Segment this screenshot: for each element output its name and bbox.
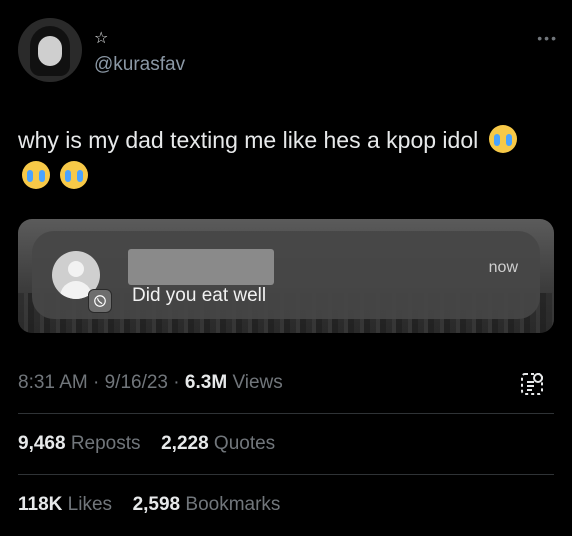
tweet-body: why is my dad texting me like hes a kpop… (18, 127, 479, 153)
loudly-crying-face-icon (22, 161, 50, 189)
stats-row-reposts-quotes: 9,468 Reposts 2,228 Quotes (18, 433, 275, 455)
whatsapp-icon (88, 289, 112, 313)
divider (18, 413, 554, 414)
bookmarks-stat[interactable]: 2,598 Bookmarks (133, 494, 281, 515)
redacted-contact-name (128, 249, 274, 285)
views-label: Views (232, 372, 283, 393)
quotes-label: Quotes (213, 433, 276, 454)
star-icon: ☆ (94, 30, 109, 47)
likes-stat[interactable]: 118K Likes (18, 494, 117, 515)
stats-row-likes-bookmarks: 118K Likes 2,598 Bookmarks (18, 494, 280, 516)
divider (18, 474, 554, 475)
reposts-label: Reposts (70, 433, 141, 454)
more-options-icon[interactable]: ••• (537, 30, 558, 46)
quotes-count: 2,228 (161, 433, 209, 454)
likes-label: Likes (67, 494, 113, 515)
notification-card: Did you eat well now (32, 231, 540, 319)
reposts-count: 9,468 (18, 433, 66, 454)
tweet-image[interactable]: Did you eat well now (18, 219, 554, 333)
loudly-crying-face-icon (488, 125, 517, 153)
tweet-text: why is my dad texting me like hes a kpop… (18, 122, 558, 194)
tweet-time[interactable]: 8:31 AM (18, 372, 88, 393)
tweet-date[interactable]: 9/16/23 (105, 372, 168, 393)
bookmarks-label: Bookmarks (185, 494, 281, 515)
analytics-icon[interactable] (518, 370, 546, 398)
loudly-crying-face-icon (60, 161, 89, 189)
tweet-meta: 8:31 AM · 9/16/23 · 6.3M Views (18, 372, 283, 393)
notification-message: Did you eat well (132, 285, 267, 306)
tweet-header: ☆ @kurasfav ••• (18, 18, 558, 82)
avatar-face (38, 36, 62, 66)
bookmarks-count: 2,598 (132, 494, 181, 515)
user-handle[interactable]: @kurasfav (94, 54, 185, 76)
reposts-stat[interactable]: 9,468 Reposts (18, 433, 146, 454)
avatar[interactable] (18, 18, 82, 82)
quotes-stat[interactable]: 2,228 Quotes (161, 433, 275, 454)
views-count: 6.3M (184, 372, 228, 393)
likes-count: 118K (18, 494, 63, 515)
notification-time: now (488, 259, 518, 276)
